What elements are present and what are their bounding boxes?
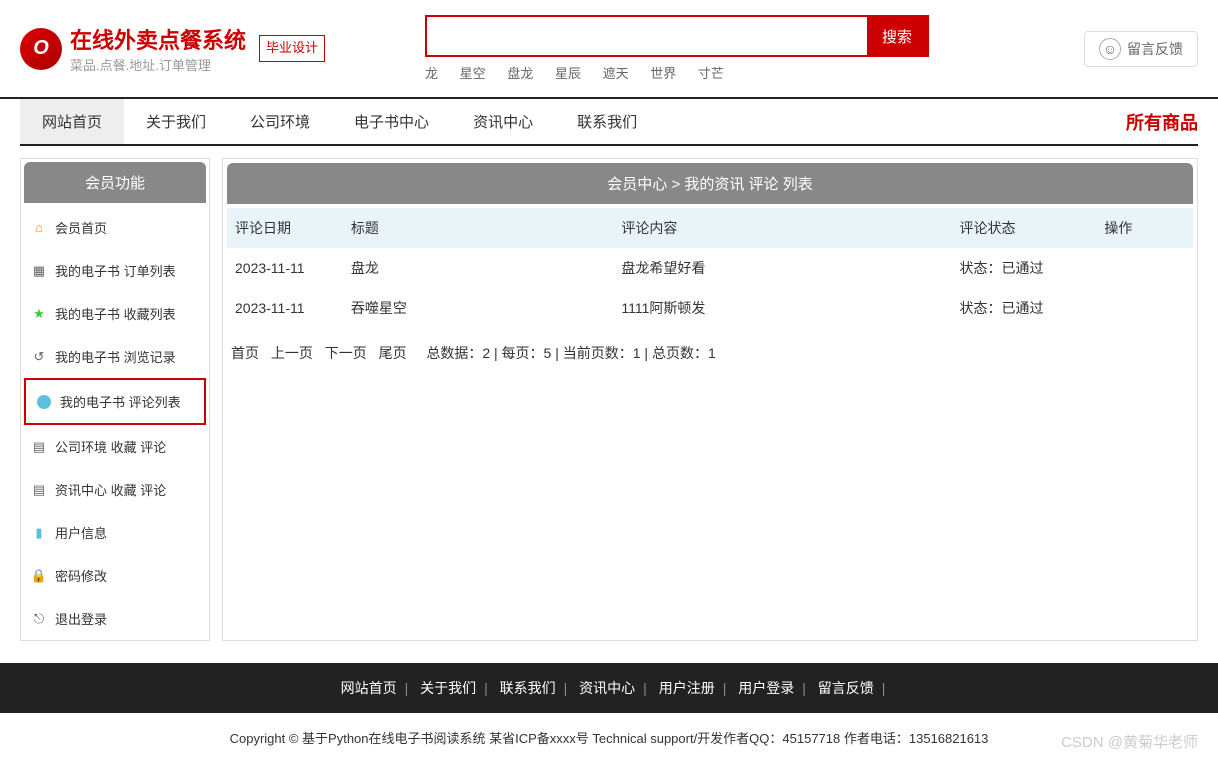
sidebar-item-label: 会员首页 <box>55 218 107 237</box>
sidebar-item-label: 资讯中心 收藏 评论 <box>55 480 166 499</box>
grid-icon: ▦ <box>31 263 47 279</box>
cell-action <box>1096 248 1193 288</box>
sidebar: 会员功能 ⌂ 会员首页 ▦ 我的电子书 订单列表 ★ 我的电子书 收藏列表 ↺ … <box>20 158 210 641</box>
sidebar-item-logout[interactable]: ⎋ 退出登录 <box>21 597 209 640</box>
cell-action <box>1096 288 1193 328</box>
page-prev[interactable]: 上一页 <box>271 345 313 361</box>
sidebar-item-label: 退出登录 <box>55 609 107 628</box>
cell-title: 吞噬星空 <box>343 288 613 328</box>
star-icon: ★ <box>31 306 47 322</box>
sidebar-item-label: 我的电子书 订单列表 <box>55 261 176 280</box>
footer-link[interactable]: 联系我们 <box>500 680 556 696</box>
pagination: 首页 上一页 下一页 尾页 总数据：2 | 每页：5 | 当前页数：1 | 总页… <box>227 328 1193 378</box>
comments-table: 评论日期 标题 评论内容 评论状态 操作 2023-11-11 盘龙 盘龙希望好… <box>227 208 1193 328</box>
page-info: 总数据：2 | 每页：5 | 当前页数：1 | 总页数：1 <box>426 345 715 361</box>
sidebar-item-password[interactable]: 🔒 密码修改 <box>21 554 209 597</box>
sidebar-item-user[interactable]: ▮ 用户信息 <box>21 511 209 554</box>
copyright: Copyright © 基于Python在线电子书阅读系统 某省ICP备xxxx… <box>0 713 1218 762</box>
home-icon: ⌂ <box>31 220 47 236</box>
col-content: 评论内容 <box>613 208 951 248</box>
hot-tag[interactable]: 星辰 <box>555 66 581 81</box>
doc-icon: ▤ <box>31 439 47 455</box>
table-row: 2023-11-11 盘龙 盘龙希望好看 状态：已通过 <box>227 248 1193 288</box>
hot-tag[interactable]: 盘龙 <box>507 66 533 81</box>
sidebar-title: 会员功能 <box>24 162 206 203</box>
footer-link[interactable]: 留言反馈 <box>818 680 874 696</box>
hot-tag[interactable]: 寸芒 <box>698 66 724 81</box>
footer-link[interactable]: 用户登录 <box>738 680 794 696</box>
search-input[interactable] <box>427 17 867 55</box>
cell-title: 盘龙 <box>343 248 613 288</box>
logo-area: O 在线外卖点餐系统 菜品.点餐.地址.订单管理 毕业设计 <box>20 23 325 74</box>
cell-status: 状态：已通过 <box>951 288 1096 328</box>
table-row: 2023-11-11 吞噬星空 1111阿斯顿发 状态：已通过 <box>227 288 1193 328</box>
nav-about[interactable]: 关于我们 <box>124 99 228 144</box>
user-icon: ▮ <box>31 525 47 541</box>
sidebar-item-favorites[interactable]: ★ 我的电子书 收藏列表 <box>21 292 209 335</box>
sidebar-item-home[interactable]: ⌂ 会员首页 <box>21 206 209 249</box>
col-title: 标题 <box>343 208 613 248</box>
sidebar-item-label: 我的电子书 收藏列表 <box>55 304 176 323</box>
hot-tag[interactable]: 遮天 <box>603 66 629 81</box>
content-panel: 会员中心 > 我的资讯 评论 列表 评论日期 标题 评论内容 评论状态 操作 2… <box>222 158 1198 641</box>
footer: 网站首页| 关于我们| 联系我们| 资讯中心| 用户注册| 用户登录| 留言反馈… <box>0 663 1218 713</box>
col-status: 评论状态 <box>951 208 1096 248</box>
logo-badge: 毕业设计 <box>259 35 325 62</box>
sidebar-item-comments[interactable]: 我的电子书 评论列表 <box>24 378 206 425</box>
logo-title: 在线外卖点餐系统 <box>70 23 246 55</box>
footer-link[interactable]: 用户注册 <box>659 680 715 696</box>
sidebar-item-news[interactable]: ▤ 资讯中心 收藏 评论 <box>21 468 209 511</box>
cell-content: 盘龙希望好看 <box>613 248 951 288</box>
sidebar-item-label: 我的电子书 浏览记录 <box>55 347 176 366</box>
page-last[interactable]: 尾页 <box>379 345 407 361</box>
sidebar-item-history[interactable]: ↺ 我的电子书 浏览记录 <box>21 335 209 378</box>
copyright-text: Copyright © 基于Python在线电子书阅读系统 某省ICP备xxxx… <box>230 731 989 746</box>
hot-tag[interactable]: 世界 <box>650 66 676 81</box>
page-first[interactable]: 首页 <box>231 345 259 361</box>
sidebar-item-label: 我的电子书 评论列表 <box>60 392 181 411</box>
nav-contact[interactable]: 联系我们 <box>555 99 659 144</box>
cell-date: 2023-11-11 <box>227 288 343 328</box>
nav-environment[interactable]: 公司环境 <box>228 99 332 144</box>
sidebar-item-label: 密码修改 <box>55 566 107 585</box>
page-next[interactable]: 下一页 <box>325 345 367 361</box>
cell-status: 状态：已通过 <box>951 248 1096 288</box>
feedback-button[interactable]: ☺ 留言反馈 <box>1084 31 1198 67</box>
sidebar-item-env[interactable]: ▤ 公司环境 收藏 评论 <box>21 425 209 468</box>
col-action: 操作 <box>1096 208 1193 248</box>
nav-bar: 网站首页 关于我们 公司环境 电子书中心 资讯中心 联系我们 所有商品 <box>0 97 1218 144</box>
hot-tag[interactable]: 龙 <box>425 66 438 81</box>
search-box: 搜索 <box>425 15 929 57</box>
search-button[interactable]: 搜索 <box>867 17 927 55</box>
headset-icon: ☺ <box>1099 38 1121 60</box>
sidebar-item-orders[interactable]: ▦ 我的电子书 订单列表 <box>21 249 209 292</box>
sidebar-item-label: 公司环境 收藏 评论 <box>55 437 166 456</box>
breadcrumb: 会员中心 > 我的资讯 评论 列表 <box>227 163 1193 204</box>
logo-icon: O <box>20 28 62 70</box>
comment-icon <box>36 394 52 410</box>
clock-icon: ↺ <box>31 349 47 365</box>
nav-all-products[interactable]: 所有商品 <box>1126 109 1198 135</box>
logo-subtitle: 菜品.点餐.地址.订单管理 <box>70 55 246 74</box>
footer-link[interactable]: 资讯中心 <box>579 680 635 696</box>
doc-icon: ▤ <box>31 482 47 498</box>
nav-news[interactable]: 资讯中心 <box>451 99 555 144</box>
hot-tag[interactable]: 星空 <box>460 66 486 81</box>
watermark: CSDN @黄菊华老师 <box>1061 731 1198 752</box>
cell-content: 1111阿斯顿发 <box>613 288 951 328</box>
col-date: 评论日期 <box>227 208 343 248</box>
sidebar-item-label: 用户信息 <box>55 523 107 542</box>
nav-home[interactable]: 网站首页 <box>20 99 124 144</box>
footer-link[interactable]: 关于我们 <box>420 680 476 696</box>
exit-icon: ⎋ <box>31 611 47 627</box>
cell-date: 2023-11-11 <box>227 248 343 288</box>
nav-ebook[interactable]: 电子书中心 <box>332 99 451 144</box>
feedback-label: 留言反馈 <box>1127 39 1183 59</box>
hot-tags: 龙 星空 盘龙 星辰 遮天 世界 寸芒 <box>425 63 929 82</box>
lock-icon: 🔒 <box>31 568 47 584</box>
footer-link[interactable]: 网站首页 <box>341 680 397 696</box>
